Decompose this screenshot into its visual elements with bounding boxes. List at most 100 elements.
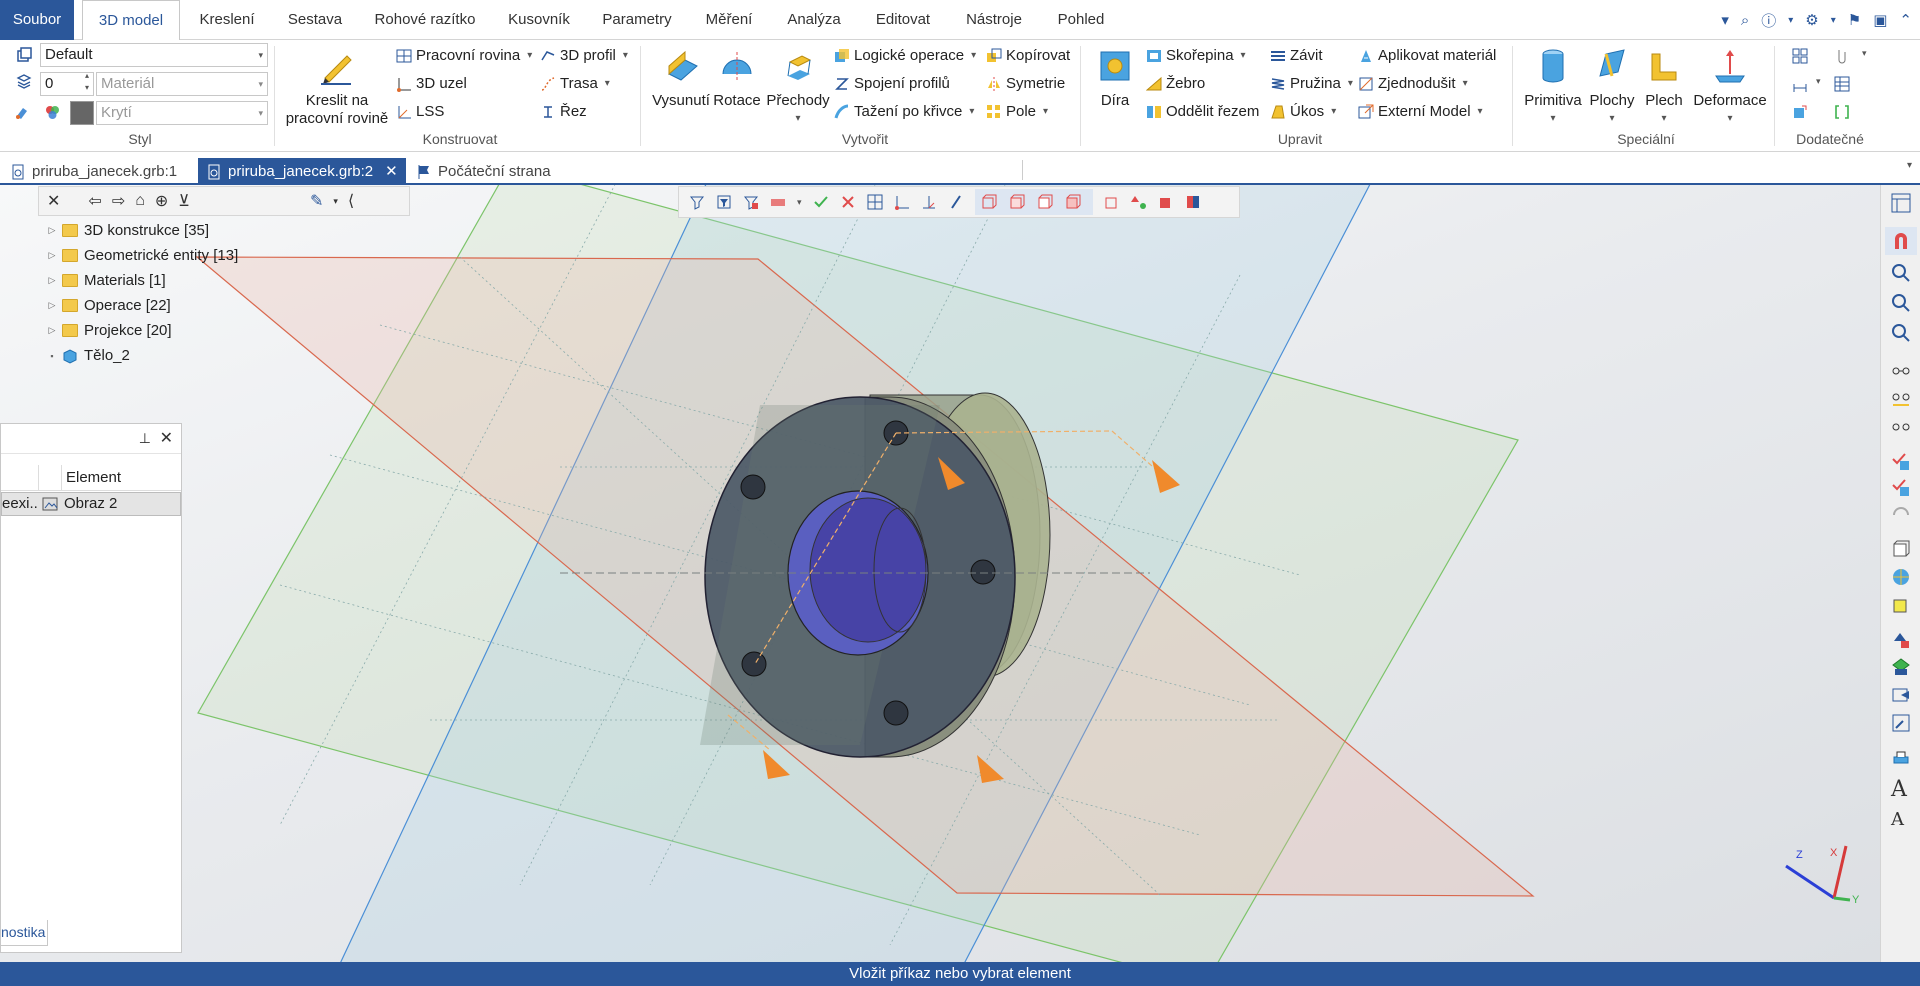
zoom-icon[interactable]	[1891, 263, 1911, 283]
tab-analyza[interactable]: Analýza	[778, 0, 850, 40]
material-select[interactable]: Materiál ▾	[96, 72, 268, 96]
doc-tab-1[interactable]: priruba_janecek.grb:1	[2, 158, 185, 185]
tree-item[interactable]: ▷ Projekce [20]	[48, 318, 318, 343]
doc-tab-2-active[interactable]: priruba_janecek.grb:2 ✕	[198, 158, 406, 185]
insert-part-icon[interactable]	[1891, 629, 1911, 649]
tree-item[interactable]: ▷ 3D konstrukce [35]	[48, 218, 318, 243]
check-cube-icon[interactable]	[1891, 451, 1911, 471]
transparent-icon[interactable]	[1104, 194, 1120, 210]
doc-tab-start-page[interactable]: Počáteční strana	[408, 158, 559, 185]
uncheck-filter-icon[interactable]	[840, 194, 856, 210]
tree-item[interactable]: ▷ Geometrické entity [13]	[48, 243, 318, 268]
draft-button[interactable]: Úkos ▾	[1270, 100, 1336, 124]
glasses-icon[interactable]	[1891, 361, 1911, 381]
check-filter-icon[interactable]	[813, 194, 829, 210]
hat-icon[interactable]	[1891, 747, 1911, 767]
sweep-button[interactable]: Tažení po křivce ▾	[834, 100, 974, 124]
chevron-down-icon[interactable]: ▾	[333, 196, 338, 207]
color-bar-icon[interactable]	[770, 194, 786, 210]
expand-caret-icon[interactable]: ▷	[48, 325, 56, 336]
deform-button[interactable]: Deformace ▾	[1688, 46, 1772, 128]
insert-view-icon[interactable]	[1891, 685, 1911, 705]
restore-icon[interactable]: ▣	[1873, 11, 1887, 29]
collapse-caret-icon[interactable]: ▪	[48, 351, 56, 361]
forward-arrow-icon[interactable]: ⇨	[112, 191, 125, 211]
section-view-icon[interactable]	[1158, 194, 1174, 210]
chevron-down-icon[interactable]: ▾	[1907, 160, 1912, 171]
expand-caret-icon[interactable]: ▷	[48, 300, 56, 311]
glasses-off-icon[interactable]	[1891, 417, 1911, 437]
dropdown-arrow-icon[interactable]: ▾	[1721, 11, 1729, 29]
expand-icon[interactable]: ⊻	[178, 191, 190, 211]
text-large-icon[interactable]: A	[1891, 777, 1911, 802]
chevron-down-icon[interactable]: ▾	[1788, 15, 1793, 26]
axis-icon[interactable]	[921, 194, 937, 210]
profile-3d-button[interactable]: 3D profil ▾	[540, 44, 628, 68]
text-small-icon[interactable]: A	[1891, 809, 1911, 830]
rib-button[interactable]: Žebro	[1146, 72, 1205, 96]
attach-icon[interactable]	[1834, 48, 1850, 64]
extrude-button[interactable]: Vysunutí	[648, 46, 714, 110]
primitive-button[interactable]: Primitiva ▾	[1518, 46, 1588, 128]
close-icon[interactable]: ✕	[47, 191, 60, 211]
external-model-button[interactable]: Externí Model ▾	[1358, 100, 1483, 124]
profile-join-button[interactable]: Spojení profilů	[834, 72, 950, 96]
tab-pohled[interactable]: Pohled	[1048, 0, 1114, 40]
view-grid-icon[interactable]	[867, 194, 883, 210]
filter-select-icon[interactable]	[716, 194, 732, 210]
ucs-icon[interactable]	[894, 194, 910, 210]
symmetry-button[interactable]: Symetrie	[986, 72, 1065, 96]
color-palette-icon[interactable]	[44, 104, 60, 120]
grid-icon[interactable]	[1792, 48, 1808, 64]
tree-item[interactable]: ▷ Materials [1]	[48, 268, 318, 293]
wrench-window-icon[interactable]	[1891, 713, 1911, 733]
tab-soubor[interactable]: Soubor	[0, 0, 74, 40]
node-3d-button[interactable]: 3D uzel	[396, 72, 467, 96]
panel-tab-diagnostika[interactable]: nostika	[0, 920, 48, 946]
lss-button[interactable]: LSS	[396, 100, 444, 124]
panel-row[interactable]: eexi... Obraz 2	[1, 492, 181, 516]
home-icon[interactable]: ⌂	[135, 192, 145, 210]
edge-icon[interactable]	[948, 194, 964, 210]
chevron-down-icon[interactable]: ▾	[1831, 15, 1836, 26]
layer-stepper[interactable]: 0 ▴ ▾	[40, 71, 94, 96]
glasses-edit-icon[interactable]	[1891, 389, 1911, 409]
flag-icon[interactable]: ⚑	[1848, 11, 1861, 29]
spring-button[interactable]: Pružina ▾	[1270, 72, 1353, 96]
minimize-ribbon-icon[interactable]: ⌃	[1899, 11, 1912, 29]
tab-nastroje[interactable]: Nástroje	[956, 0, 1032, 40]
shell-button[interactable]: Skořepina ▾	[1146, 44, 1246, 68]
gear-icon[interactable]: ⚙	[1805, 11, 1818, 29]
check-cube-all-icon[interactable]	[1891, 477, 1911, 497]
properties-panel-icon[interactable]	[1891, 193, 1911, 213]
cover-select[interactable]: Krytí ▾	[96, 101, 268, 125]
tab-editovat[interactable]: Editovat	[866, 0, 940, 40]
measure-icon[interactable]	[1792, 76, 1808, 92]
tab-sestava[interactable]: Sestava	[280, 0, 350, 40]
hole-button[interactable]: Díra	[1090, 46, 1140, 110]
collapse-panel-icon[interactable]: ⟨	[348, 191, 354, 211]
rotate-view-icon[interactable]	[1891, 505, 1911, 525]
chevron-down-icon[interactable]: ▾	[797, 197, 802, 208]
expand-caret-icon[interactable]: ▷	[48, 250, 56, 261]
paint-icon[interactable]	[14, 104, 30, 120]
surfaces-button[interactable]: Plochy ▾	[1584, 46, 1640, 128]
path-button[interactable]: Trasa ▾	[540, 72, 610, 96]
tab-3d-model[interactable]: 3D model	[82, 0, 180, 41]
column-header-left[interactable]	[1, 465, 39, 491]
expand-caret-icon[interactable]: ▷	[48, 275, 56, 286]
back-arrow-icon[interactable]: ⇦	[88, 191, 101, 211]
bracket-icon[interactable]	[1834, 104, 1850, 120]
zoom-window-icon[interactable]	[1891, 293, 1911, 313]
shapes-icon[interactable]	[1130, 194, 1147, 210]
wireframe-red-icon[interactable]	[981, 194, 997, 210]
wrench-icon[interactable]: ✎	[310, 191, 323, 211]
style-select[interactable]: Default ▾	[40, 43, 268, 67]
component-icon[interactable]	[1792, 104, 1808, 120]
transitions-button[interactable]: Přechody ▾	[764, 46, 832, 128]
magnet-icon[interactable]	[1891, 231, 1911, 251]
filter-red-icon[interactable]	[743, 194, 759, 210]
globe-icon[interactable]	[1891, 567, 1911, 587]
column-header-element[interactable]: Element	[61, 465, 179, 491]
sheet-metal-button[interactable]: Plech ▾	[1638, 46, 1690, 128]
